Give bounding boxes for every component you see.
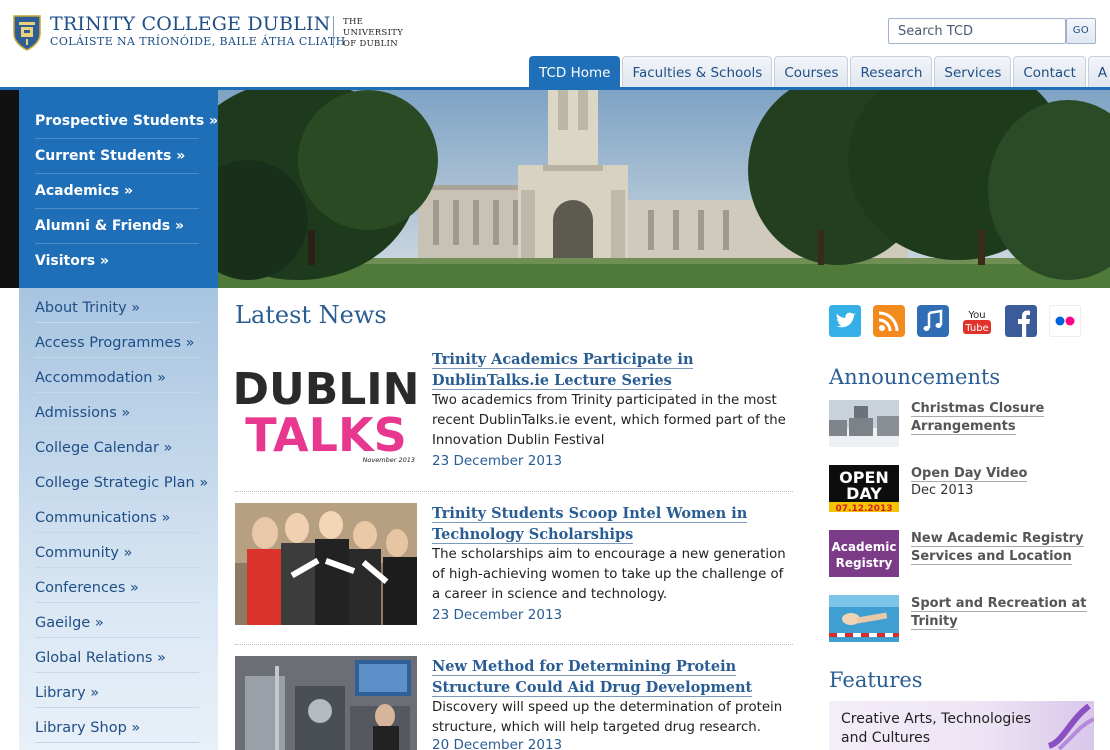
side-item-admissions[interactable]: Admissions » [35,393,199,428]
side-item-college-calendar[interactable]: College Calendar » [35,428,199,463]
announcement-date: Dec 2013 [911,483,974,498]
announcement-title-text[interactable]: Sport and Recreation at Trinity [911,596,1087,630]
side-item-global-relations[interactable]: Global Relations » [35,638,199,673]
registry-word-2: Registry [836,556,893,570]
features-heading: Features [829,668,923,692]
announcements-heading: Announcements [829,365,1001,389]
university-line-2: UNIVERSITY [343,28,404,38]
audience-item-alumni-friends[interactable]: Alumni & Friends » [35,209,199,244]
site-subtitle: COLÁISTE NA TRÍONÓIDE, BAILE ÁTHA CLIATH [50,35,346,48]
search-field[interactable] [888,18,1066,44]
news-description: The scholarships aim to encourage a new … [432,547,786,602]
announcement-title-link[interactable]: Christmas Closure Arrangements [911,400,1091,436]
sport-recreation-thumbnail[interactable] [829,595,899,642]
search-input[interactable] [889,19,1065,43]
tab-faculties-schools[interactable]: Faculties & Schools [622,56,773,89]
news-date: 23 December 2013 [432,607,563,623]
side-item-gaeilge[interactable]: Gaeilge » [35,603,199,638]
feature-title[interactable]: Creative Arts, Technologies and Cultures [841,710,1041,748]
news-date: 23 December 2013 [432,453,563,469]
university-line-3: OF DUBLIN [343,39,398,49]
dublin-talks-thumbnail[interactable]: DUBLIN TALKS November 2013 [235,349,417,471]
side-item-community[interactable]: Community » [35,533,199,568]
news-description: Discovery will speed up the determinatio… [432,700,783,735]
site-header: TRINITY COLLEGE DUBLIN COLÁISTE NA TRÍON… [0,0,1110,89]
news-divider [235,491,793,492]
audience-item-current-students[interactable]: Current Students » [35,139,199,174]
announcement-title-text[interactable]: Open Day Video [911,466,1028,482]
tab-services[interactable]: Services [934,56,1012,89]
announcement-title-text[interactable]: New Academic Registry Services and Locat… [911,531,1084,565]
announcement-title-link[interactable]: New Academic Registry Services and Locat… [911,530,1091,566]
tab-research[interactable]: Research [850,56,933,89]
university-line-1: THE [343,17,364,27]
side-item-conferences[interactable]: Conferences » [35,568,199,603]
news-title-text[interactable]: New Method for Determining Protein Struc… [432,658,753,697]
side-item-college-strategic-plan[interactable]: College Strategic Plan » [35,463,208,498]
youtube-you-label: You [967,310,985,321]
side-item-library-shop[interactable]: Library Shop » [35,708,199,743]
search-go-button[interactable]: GO [1066,18,1096,44]
dublin-talks-date: November 2013 [363,456,415,464]
title-divider [333,16,334,48]
twitter-icon[interactable] [829,305,861,337]
hero-campus-image [218,90,1110,288]
news-description: Two academics from Trinity participated … [432,393,786,448]
tab-tcd-home[interactable]: TCD Home [529,56,621,89]
side-menu: About Trinity » Access Programmes » Acco… [19,288,218,750]
audience-item-visitors[interactable]: Visitors » [35,244,199,279]
announcement-title-link[interactable]: Sport and Recreation at Trinity [911,595,1091,631]
registry-word-1: Academic [832,540,897,554]
news-divider [235,644,793,645]
youtube-icon[interactable]: You Tube [961,305,993,337]
tab-contact[interactable]: Contact [1013,56,1086,89]
announcement-title-text[interactable]: Christmas Closure Arrangements [911,401,1045,435]
academic-registry-thumbnail[interactable]: Academic Registry [829,530,899,577]
top-navigation: TCD Home Faculties & Schools Courses Res… [529,56,1110,89]
flickr-icon[interactable] [1049,305,1081,337]
open-day-thumbnail[interactable]: OPEN DAY 07.12.2013 [829,465,899,512]
open-day-date: 07.12.2013 [836,504,893,512]
news-title-link[interactable]: New Method for Determining Protein Struc… [432,656,794,698]
side-item-library[interactable]: Library » [35,673,199,708]
crest-icon[interactable] [12,14,42,52]
feature-card[interactable]: Creative Arts, Technologies and Cultures [829,701,1094,750]
news-title-text[interactable]: Trinity Students Scoop Intel Women in Te… [432,505,748,544]
tab-courses[interactable]: Courses [774,56,849,89]
audience-item-academics[interactable]: Academics » [35,174,199,209]
side-item-access-programmes[interactable]: Access Programmes » [35,323,199,358]
facebook-icon[interactable] [1005,305,1037,337]
side-item-accommodation[interactable]: Accommodation » [35,358,199,393]
feature-swirl-graphic [1047,703,1094,750]
side-item-about-trinity[interactable]: About Trinity » [35,288,199,323]
hero-illustration [218,90,1110,288]
audience-menu: Prospective Students » Current Students … [19,90,218,288]
news-title-link[interactable]: Trinity Academics Participate in DublinT… [432,349,794,391]
tab-a-z[interactable]: A – Z [1087,56,1110,89]
dublin-talks-word-2: TALKS [245,408,407,462]
itunes-icon[interactable] [917,305,949,337]
left-dark-strip [0,90,19,288]
scholarship-students-thumbnail[interactable] [235,503,417,625]
announcement-title-link[interactable]: Open Day Video [911,465,1091,483]
christmas-closure-thumbnail[interactable] [829,400,899,447]
news-title-link[interactable]: Trinity Students Scoop Intel Women in Te… [432,503,794,545]
site-title[interactable]: TRINITY COLLEGE DUBLIN [50,13,331,35]
latest-news-heading: Latest News [235,301,387,329]
news-date: 20 December 2013 [432,737,563,750]
open-day-word-2: DAY [846,484,882,503]
news-title-text[interactable]: Trinity Academics Participate in DublinT… [432,351,694,390]
audience-item-prospective-students[interactable]: Prospective Students » [35,104,218,139]
rss-icon[interactable] [873,305,905,337]
youtube-tube-label: Tube [964,323,988,334]
side-item-communications[interactable]: Communications » [35,498,199,533]
protein-lab-thumbnail[interactable] [235,656,417,750]
